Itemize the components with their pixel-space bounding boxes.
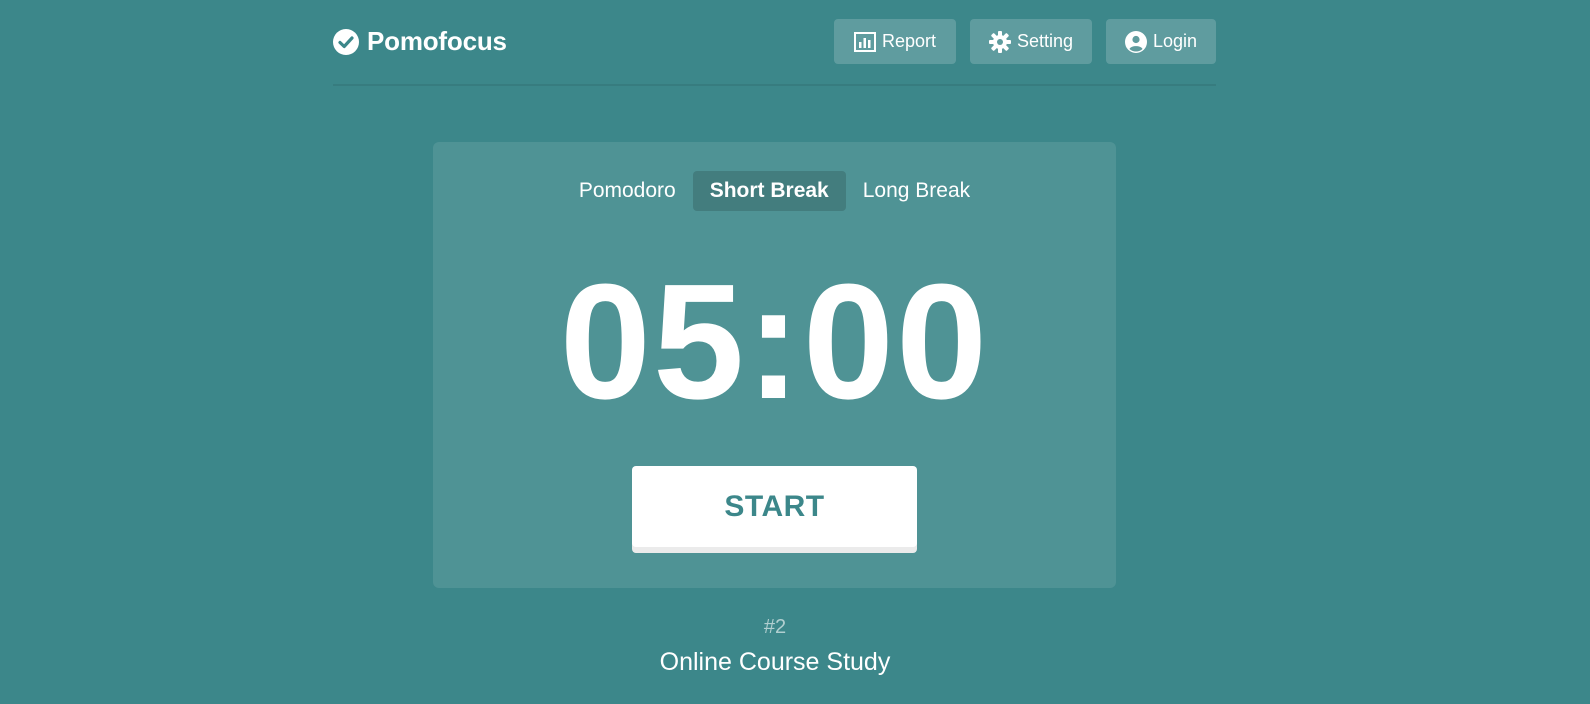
report-button[interactable]: Report <box>834 19 956 64</box>
brand-name: Pomofocus <box>367 26 507 56</box>
app-page: Pomofocus Report Setting Login Pomodoro … <box>0 0 1590 704</box>
header-divider <box>333 84 1216 86</box>
brand-logo[interactable]: Pomofocus <box>333 26 507 57</box>
check-circle-icon <box>333 28 359 55</box>
start-button[interactable]: START <box>632 466 917 547</box>
setting-button[interactable]: Setting <box>970 19 1092 64</box>
gear-icon <box>988 30 1011 53</box>
login-button[interactable]: Login <box>1106 19 1216 64</box>
timer-display: 05:00 <box>559 250 990 433</box>
mode-tabs: Pomodoro Short Break Long Break <box>433 171 1116 211</box>
user-circle-icon <box>1124 30 1147 53</box>
setting-label: Setting <box>1016 31 1074 51</box>
header: Pomofocus Report Setting Login <box>333 18 1216 66</box>
top-nav: Report Setting Login <box>834 19 1216 64</box>
tab-short-break[interactable]: Short Break <box>692 171 846 211</box>
tab-long-break[interactable]: Long Break <box>846 171 987 211</box>
timer-card: Pomodoro Short Break Long Break 05:00 ST… <box>433 142 1116 588</box>
bar-chart-icon <box>853 31 876 52</box>
tab-pomodoro[interactable]: Pomodoro <box>562 171 693 211</box>
current-task: Online Course Study <box>659 648 891 676</box>
login-label: Login <box>1152 31 1198 51</box>
session-count[interactable]: #2 <box>0 616 1550 639</box>
report-label: Report <box>881 31 937 51</box>
